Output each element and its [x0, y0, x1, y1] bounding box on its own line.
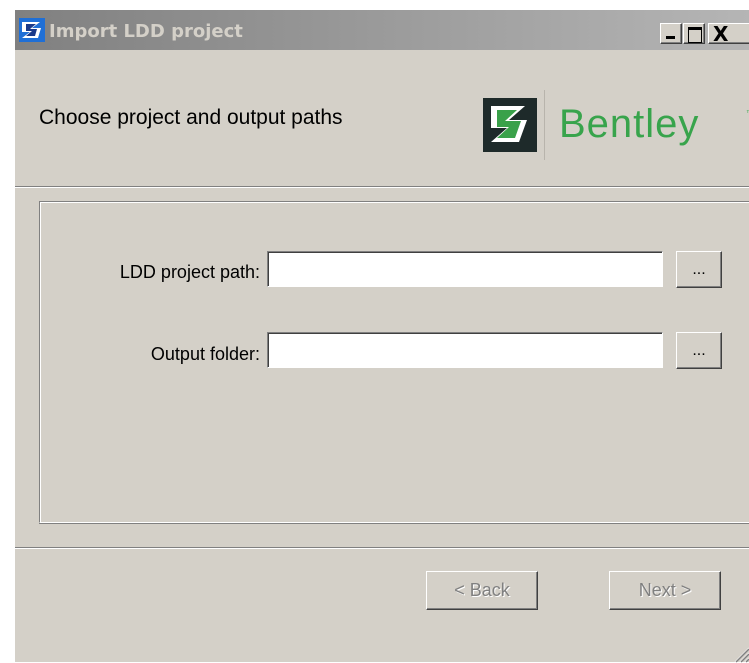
footer-separator	[15, 547, 749, 549]
browse-ldd-project-button[interactable]: ...	[676, 251, 722, 288]
bentley-b-logo-icon	[483, 98, 537, 152]
close-button[interactable]: X	[708, 22, 749, 46]
minimize-button[interactable]	[660, 23, 682, 44]
page-heading: Choose project and output paths	[39, 106, 343, 129]
bentley-app-icon	[19, 18, 45, 42]
ldd-project-path-label: LDD project path:	[119, 262, 260, 282]
window-title: Import LDD project	[49, 21, 243, 42]
maximize-button[interactable]	[683, 23, 705, 44]
close-icon: X	[713, 22, 729, 46]
browse-output-folder-button[interactable]: ...	[676, 332, 722, 369]
output-folder-label: Output folder:	[150, 344, 260, 364]
logo-divider	[544, 90, 545, 160]
resize-grip-icon[interactable]	[732, 645, 749, 663]
next-button[interactable]: Next >	[609, 571, 721, 610]
import-ldd-dialog: Import LDD project X Choose project and …	[14, 9, 749, 663]
brand-name: Bentley	[559, 102, 700, 146]
output-folder-input[interactable]	[267, 332, 663, 368]
back-button[interactable]: < Back	[426, 571, 538, 610]
ldd-project-path-input[interactable]	[267, 251, 663, 287]
title-bar[interactable]: Import LDD project X	[15, 10, 749, 50]
header-separator	[15, 186, 749, 188]
